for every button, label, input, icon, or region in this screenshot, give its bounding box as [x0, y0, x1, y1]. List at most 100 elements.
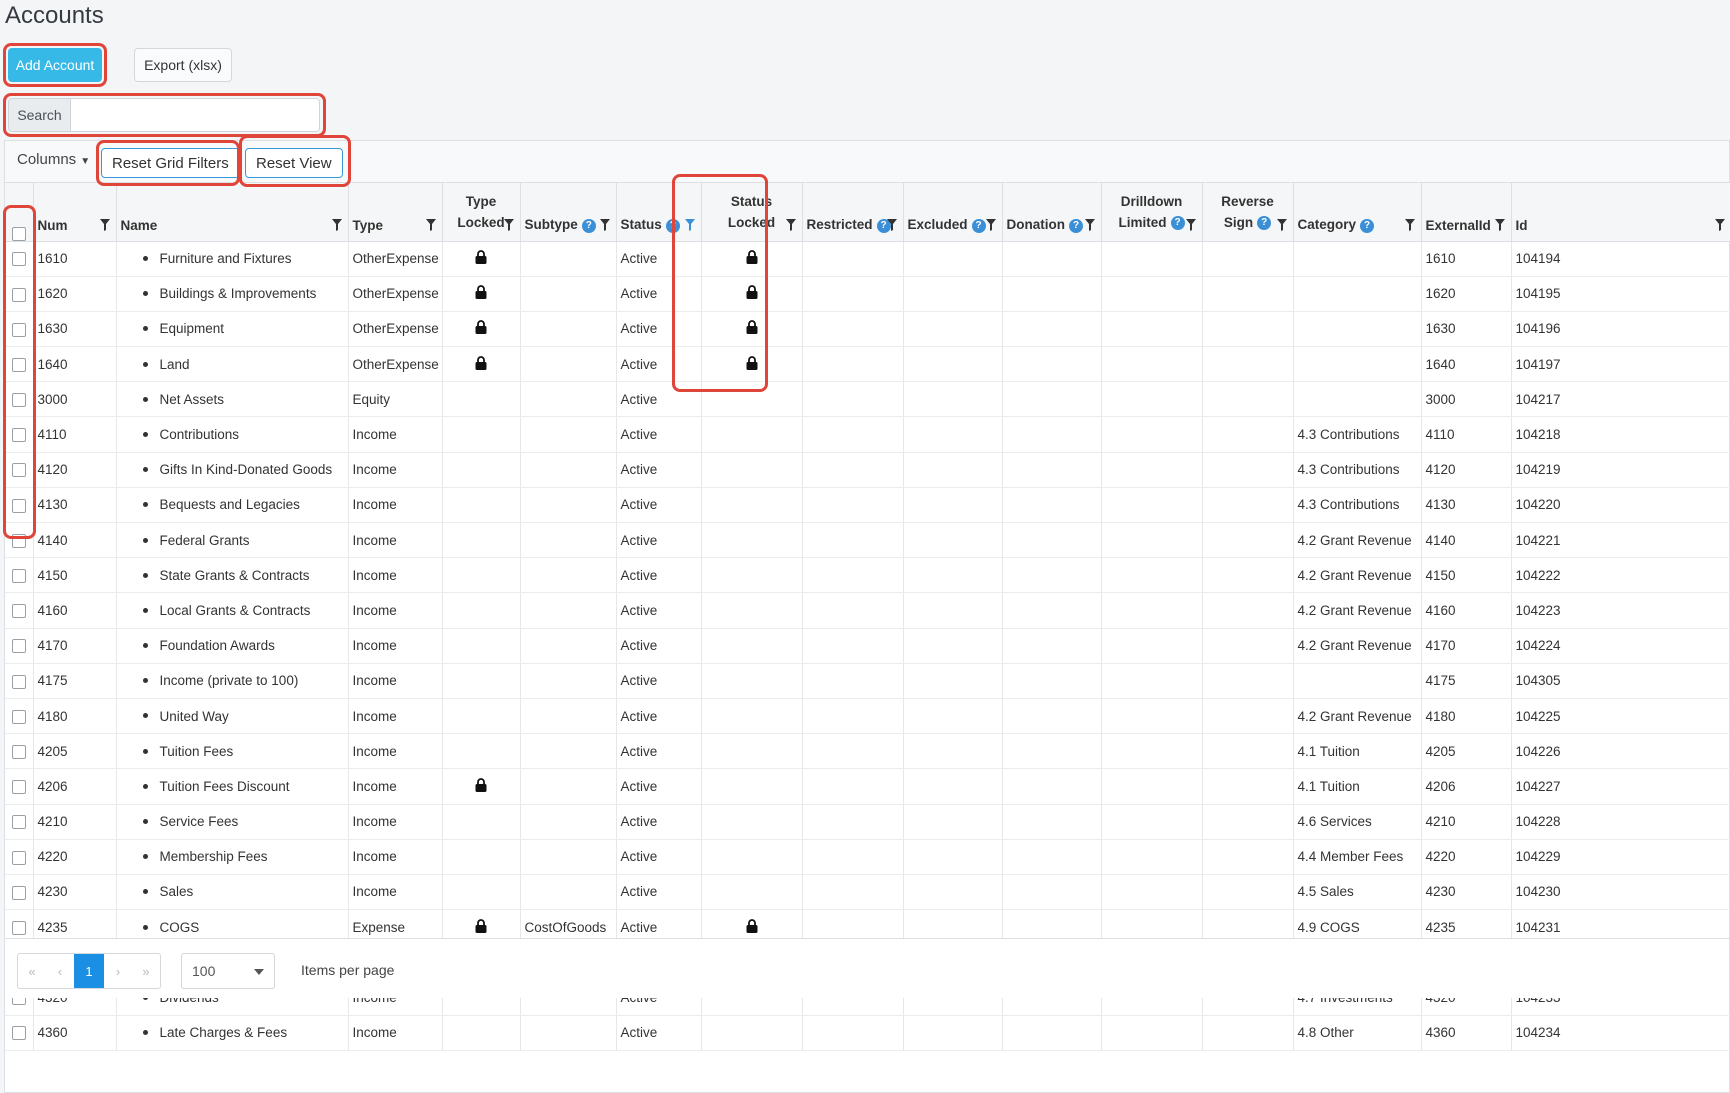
- table-row[interactable]: 4210 Service Fees Income Active 4.6 Services…: [5, 804, 1730, 840]
- row-checkbox[interactable]: [11, 674, 26, 689]
- help-icon[interactable]: ?: [1257, 215, 1272, 230]
- help-icon[interactable]: ?: [1069, 218, 1083, 233]
- col-external-id[interactable]: ExternalId: [1421, 183, 1512, 242]
- col-drilldown-limited[interactable]: Drilldown Limited?: [1101, 183, 1203, 242]
- row-checkbox[interactable]: [11, 498, 26, 513]
- table-row[interactable]: 4110 Contributions Income Active 4.3 Contrib…: [5, 416, 1730, 453]
- table-row[interactable]: 1610 Furniture and Fixtures OtherExpense Ac…: [5, 241, 1730, 277]
- row-checkbox[interactable]: [11, 780, 26, 795]
- row-checkbox[interactable]: [11, 885, 26, 900]
- table-row[interactable]: 4150 State Grants & Contracts Income Active…: [5, 557, 1730, 594]
- help-icon[interactable]: ?: [581, 218, 596, 233]
- col-subtype[interactable]: Subtype?: [520, 183, 617, 242]
- reset-view-button[interactable]: Reset View: [245, 148, 343, 178]
- export-xlsx-button[interactable]: Export (xlsx): [134, 48, 232, 82]
- table-row[interactable]: 1630 Equipment OtherExpense Active 1630 10419…: [5, 311, 1730, 348]
- help-icon[interactable]: ?: [971, 218, 986, 233]
- row-checkbox[interactable]: [11, 393, 26, 408]
- search-input[interactable]: [71, 99, 319, 131]
- row-checkbox[interactable]: [11, 709, 26, 724]
- row-checkbox[interactable]: [11, 1026, 26, 1041]
- row-checkbox[interactable]: [11, 744, 26, 759]
- table-row[interactable]: 4140 Federal Grants Income Active 4.2 Grant …: [5, 522, 1730, 559]
- select-all-checkbox[interactable]: [11, 226, 26, 241]
- filter-icon[interactable]: [99, 217, 110, 232]
- row-checkbox[interactable]: [11, 533, 26, 548]
- row-checkbox[interactable]: [11, 463, 26, 478]
- col-status-locked[interactable]: Status Locked: [701, 183, 803, 242]
- row-checkbox[interactable]: [11, 322, 26, 337]
- table-row[interactable]: 1620 Buildings & Improvements OtherExpense…: [5, 276, 1730, 312]
- table-row[interactable]: 4220 Membership Fees Income Active 4.4 Membe…: [5, 839, 1730, 875]
- table-row[interactable]: 4175 Income (private to 100) Income Active 4…: [5, 663, 1730, 699]
- table-row[interactable]: 3000 Net Assets Equity Active 3000 104217: [5, 381, 1730, 418]
- help-icon[interactable]: ?: [1360, 218, 1375, 233]
- table-row[interactable]: 4120 Gifts In Kind-Donated Goods Income Act…: [5, 452, 1730, 488]
- row-checkbox[interactable]: [11, 287, 26, 302]
- table-row[interactable]: 4170 Foundation Awards Income Active 4.2 Gra…: [5, 628, 1730, 664]
- col-category[interactable]: Category?: [1293, 183, 1422, 242]
- filter-icon[interactable]: [886, 217, 897, 232]
- help-icon[interactable]: ?: [665, 218, 680, 233]
- cell-id: 104226: [1511, 733, 1730, 770]
- table-row[interactable]: 4205 Tuition Fees Income Active 4.1 Tuition 4…: [5, 733, 1730, 770]
- filter-icon[interactable]: [684, 217, 695, 232]
- col-num[interactable]: Num: [33, 183, 117, 242]
- table-row[interactable]: 4160 Local Grants & Contracts Income Active…: [5, 592, 1730, 629]
- cell-status-locked: [701, 346, 803, 383]
- page-size-select[interactable]: 100: [181, 953, 275, 989]
- row-checkbox[interactable]: [11, 815, 26, 830]
- filter-icon[interactable]: [1404, 217, 1415, 232]
- next-page-button[interactable]: ›: [104, 954, 132, 988]
- page-1-button[interactable]: 1: [74, 954, 104, 988]
- filter-icon[interactable]: [1494, 217, 1505, 232]
- filter-icon[interactable]: [503, 217, 514, 232]
- cell-type-locked: [442, 768, 521, 805]
- filter-icon[interactable]: [1084, 217, 1095, 232]
- reset-grid-filters-button[interactable]: Reset Grid Filters: [101, 148, 240, 178]
- row-checkbox[interactable]: [11, 604, 26, 619]
- col-donation[interactable]: Donation?: [1002, 183, 1102, 242]
- row-checkbox[interactable]: [11, 920, 26, 935]
- last-page-button[interactable]: »: [132, 954, 160, 988]
- filter-icon[interactable]: [1714, 217, 1725, 232]
- table-row[interactable]: 4360 Late Charges & Fees Income Active 4.8 O…: [5, 1015, 1730, 1051]
- row-checkbox[interactable]: [11, 639, 26, 654]
- table-row[interactable]: 4180 United Way Income Active 4.2 Grant Reve…: [5, 698, 1730, 735]
- col-name[interactable]: Name: [116, 183, 349, 242]
- col-excluded[interactable]: Excluded?: [903, 183, 1003, 242]
- table-row[interactable]: 4130 Bequests and Legacies Income Active 4.3…: [5, 487, 1730, 524]
- row-checkbox[interactable]: [11, 252, 26, 267]
- columns-menu-button[interactable]: Columns ▼: [17, 151, 90, 168]
- col-type[interactable]: Type: [348, 183, 443, 242]
- row-checkbox[interactable]: [11, 428, 26, 443]
- row-checkbox[interactable]: [11, 569, 26, 583]
- col-id[interactable]: Id: [1511, 183, 1730, 242]
- cell-id: 104194: [1511, 241, 1730, 277]
- cell-id: 104305: [1511, 663, 1730, 699]
- filter-icon[interactable]: [425, 217, 436, 232]
- add-account-button[interactable]: Add Account: [8, 48, 102, 82]
- col-type-locked[interactable]: Type Locked: [442, 183, 521, 242]
- filter-icon[interactable]: [1276, 217, 1287, 232]
- col-reverse-sign[interactable]: Reverse Sign?: [1202, 183, 1294, 242]
- row-checkbox[interactable]: [11, 850, 26, 865]
- lock-icon: [475, 918, 487, 936]
- first-page-button[interactable]: «: [18, 954, 46, 988]
- filter-icon[interactable]: [785, 217, 796, 232]
- filter-icon[interactable]: [331, 217, 342, 232]
- table-row[interactable]: 1640 Land OtherExpense Active 1640 104197: [5, 346, 1730, 383]
- filter-icon[interactable]: [1185, 217, 1196, 232]
- cell-drilldown-limited: [1101, 1015, 1203, 1051]
- filter-icon[interactable]: [985, 217, 996, 232]
- row-checkbox[interactable]: [11, 357, 26, 372]
- help-icon[interactable]: ?: [1170, 215, 1185, 230]
- filter-icon[interactable]: [599, 217, 610, 232]
- table-row[interactable]: 4230 Sales Income Active 4.5 Sales 4230 104230: [5, 874, 1730, 911]
- prev-page-button[interactable]: ‹: [46, 954, 74, 988]
- col-status[interactable]: Status?: [616, 183, 702, 242]
- table-row[interactable]: 4206 Tuition Fees Discount Income Active 4.1…: [5, 768, 1730, 805]
- cell-excluded: [903, 592, 1003, 629]
- col-restricted[interactable]: Restricted?: [802, 183, 904, 242]
- cell-subtype: [520, 1015, 617, 1051]
